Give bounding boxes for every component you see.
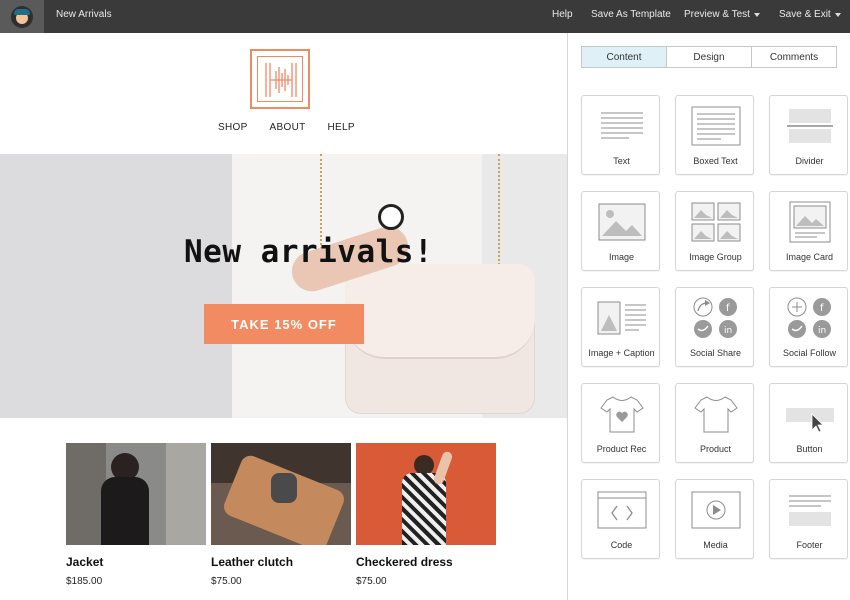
product-price: $75.00: [356, 576, 387, 587]
save-as-template-label: Save As Template: [591, 9, 671, 20]
block-label: Image: [608, 252, 634, 262]
block-image-caption[interactable]: Image + Caption: [581, 287, 660, 367]
block-text[interactable]: Text: [581, 95, 660, 175]
block-product-rec[interactable]: Product Rec: [581, 383, 660, 463]
block-label: Image + Caption: [588, 348, 655, 358]
content-blocks-panel: Content Design Comments Text Boxed Text …: [567, 33, 850, 600]
product-rec-block-icon: [582, 392, 661, 436]
block-footer[interactable]: Footer: [769, 479, 848, 559]
hero-background: [0, 154, 240, 418]
image-caption-block-icon: [582, 296, 661, 340]
product-row: Jacket $185.00 Leather clutch $75.00 Che…: [66, 443, 496, 587]
footer-block-icon: [770, 488, 849, 532]
block-code[interactable]: Code: [581, 479, 660, 559]
nav-shop-link[interactable]: SHOP: [218, 122, 248, 133]
block-divider[interactable]: Divider: [769, 95, 848, 175]
block-image-group[interactable]: Image Group: [675, 191, 754, 271]
panel-tabs: Content Design Comments: [581, 46, 837, 68]
save-exit-menu[interactable]: Save & Exit: [779, 9, 841, 20]
block-label: Button: [796, 444, 823, 454]
top-bar: New Arrivals Help Save As Template Previ…: [0, 0, 850, 33]
product-price: $185.00: [66, 576, 103, 587]
block-label: Image Group: [689, 252, 742, 262]
block-label: Text: [613, 156, 630, 166]
block-label: Product Rec: [596, 444, 647, 454]
save-exit-label: Save & Exit: [779, 9, 831, 20]
block-label: Media: [703, 540, 728, 550]
tab-design[interactable]: Design: [667, 47, 752, 67]
hero-watch: [378, 204, 404, 230]
tab-comments[interactable]: Comments: [752, 47, 836, 67]
block-label: Product: [699, 444, 732, 454]
campaign-title: New Arrivals: [56, 9, 112, 20]
block-product[interactable]: Product: [675, 383, 754, 463]
svg-text:in: in: [724, 326, 732, 336]
help-label: Help: [552, 9, 573, 20]
brand-monogram-icon: [265, 63, 297, 97]
boxed-text-block-icon: [676, 104, 755, 148]
product-image-leather-clutch: [211, 443, 351, 545]
block-label: Social Share: [689, 348, 742, 358]
block-button[interactable]: Button: [769, 383, 848, 463]
media-block-icon: [676, 488, 755, 532]
content-block-grid: Text Boxed Text Divider Image Image Grou…: [581, 95, 848, 559]
brand-logo-mark: [257, 56, 303, 102]
product-name: Leather clutch: [211, 555, 294, 569]
tab-content[interactable]: Content: [582, 47, 667, 67]
code-block-icon: [582, 488, 661, 532]
brand-logo[interactable]: [250, 49, 310, 109]
text-block-icon: [582, 104, 661, 148]
image-group-block-icon: [676, 200, 755, 244]
hero-cta-button[interactable]: TAKE 15% OFF: [204, 304, 364, 344]
social-share-block-icon: f in: [676, 296, 755, 340]
chevron-down-icon: [834, 13, 841, 17]
block-boxed-text[interactable]: Boxed Text: [675, 95, 754, 175]
block-image[interactable]: Image: [581, 191, 660, 271]
preview-test-menu[interactable]: Preview & Test: [684, 9, 760, 20]
social-follow-block-icon: f in: [770, 296, 849, 340]
block-label: Divider: [795, 156, 824, 166]
svg-text:f: f: [726, 303, 730, 314]
freddie-logo-icon: [11, 5, 33, 28]
help-link[interactable]: Help: [552, 9, 573, 20]
product-price: $75.00: [211, 576, 242, 587]
hero-handbag-flap: [345, 264, 535, 359]
block-image-card[interactable]: Image Card: [769, 191, 848, 271]
product-card[interactable]: Checkered dress $75.00: [356, 443, 496, 587]
image-block-icon: [582, 200, 661, 244]
svg-text:f: f: [820, 303, 824, 314]
preview-test-label: Preview & Test: [684, 9, 750, 20]
product-card[interactable]: Leather clutch $75.00: [211, 443, 351, 587]
save-as-template-button[interactable]: Save As Template: [591, 9, 671, 20]
block-label: Boxed Text: [693, 156, 738, 166]
nav-about-link[interactable]: ABOUT: [270, 122, 306, 133]
block-social-follow[interactable]: f in Social Follow: [769, 287, 848, 367]
block-label: Social Follow: [782, 348, 837, 358]
chevron-down-icon: [753, 13, 760, 17]
product-name: Jacket: [66, 555, 104, 569]
block-label: Image Card: [785, 252, 834, 262]
hero-title[interactable]: New arrivals!: [184, 234, 433, 270]
divider-block-icon: [770, 104, 849, 148]
svg-text:in: in: [818, 326, 826, 336]
block-media[interactable]: Media: [675, 479, 754, 559]
block-label: Code: [610, 540, 633, 550]
product-block-icon: [676, 392, 755, 436]
email-nav: SHOP ABOUT HELP: [218, 122, 355, 133]
block-social-share[interactable]: f in Social Share: [675, 287, 754, 367]
nav-help-link[interactable]: HELP: [328, 122, 355, 133]
product-name: Checkered dress: [356, 555, 453, 569]
hero-image-block[interactable]: New arrivals! TAKE 15% OFF: [0, 154, 567, 418]
product-image-checkered-dress: [356, 443, 496, 545]
block-label: Footer: [796, 540, 823, 550]
email-canvas[interactable]: SHOP ABOUT HELP New arrivals! TAKE 15% O…: [0, 33, 567, 600]
app-logo-button[interactable]: [0, 0, 44, 33]
image-card-block-icon: [770, 200, 849, 244]
button-block-icon: [770, 392, 849, 436]
product-image-jacket: [66, 443, 206, 545]
product-card[interactable]: Jacket $185.00: [66, 443, 206, 587]
